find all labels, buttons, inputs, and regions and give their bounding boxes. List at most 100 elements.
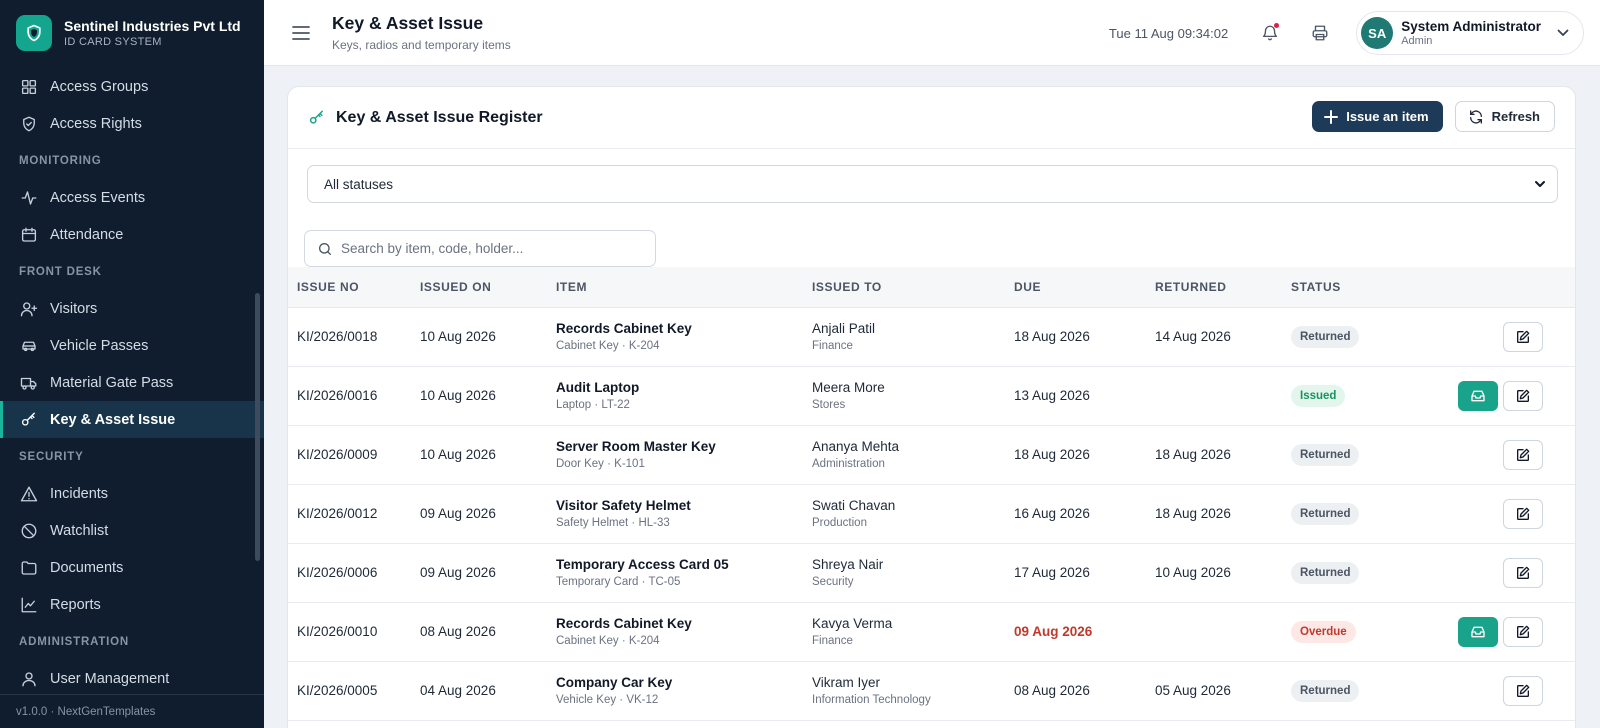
table-row[interactable]: KI/2026/0010 08 Aug 2026 Records Cabinet K… <box>288 602 1575 662</box>
table-row[interactable]: KI/2026/0005 04 Aug 2026 Company Car Key Ve… <box>288 661 1575 721</box>
edit-button[interactable] <box>1503 498 1543 529</box>
column-header-issue-no: ISSUE NO <box>288 267 420 308</box>
return-item-button[interactable] <box>1458 380 1498 411</box>
inbox-icon <box>1470 388 1486 404</box>
item-cell: Temporary Access Card 05 Temporary Card ·… <box>556 543 812 603</box>
edit-button[interactable] <box>1503 439 1543 470</box>
sidebar-item-reports[interactable]: Reports <box>0 586 264 623</box>
sidebar-item-access-groups[interactable]: Access Groups <box>0 68 264 105</box>
sidebar-item-label: Incidents <box>50 485 109 502</box>
status-badge: Returned <box>1291 561 1360 584</box>
table-row[interactable]: KI/2026/0009 10 Aug 2026 Server Room Maste… <box>288 425 1575 485</box>
table-row[interactable]: KI/2026/0016 10 Aug 2026 Audit Laptop Lapto… <box>288 366 1575 426</box>
sidebar-item-key-and-asset-issue[interactable]: Key & Asset Issue <box>0 401 264 438</box>
holder-name: Ananya Mehta <box>812 439 900 454</box>
return-item-button[interactable] <box>1458 616 1498 647</box>
refresh-button[interactable]: Refresh <box>1454 101 1555 132</box>
due-date: 18 Aug 2026 <box>1014 307 1155 367</box>
sidebar-item-visitors[interactable]: Visitors <box>0 290 264 327</box>
item-name: Visitor Safety Helmet <box>556 498 691 513</box>
activity-icon <box>20 189 50 207</box>
sidebar-item-label: Key & Asset Issue <box>50 411 176 428</box>
sidebar-item-material-gate-pass[interactable]: Material Gate Pass <box>0 364 264 401</box>
table-row[interactable]: KI/2026/0018 10 Aug 2026 Records Cabinet K… <box>288 307 1575 367</box>
status-cell: Returned <box>1291 543 1411 603</box>
edit-button[interactable] <box>1503 321 1543 352</box>
edit-icon <box>1515 447 1531 463</box>
issued-on: 10 Aug 2026 <box>420 307 556 367</box>
edit-button[interactable] <box>1503 557 1543 588</box>
sidebar-item-label: Visitors <box>50 300 98 317</box>
item-code: Door Key · K-101 <box>556 458 645 470</box>
due-date: 16 Aug 2026 <box>1014 484 1155 544</box>
table-row[interactable]: KI/2026/0006 09 Aug 2026 Temporary Access … <box>288 543 1575 603</box>
table-row[interactable]: KI/2026/0012 09 Aug 2026 Visitor Safety He… <box>288 484 1575 544</box>
status-badge: Overdue <box>1291 620 1356 643</box>
sidebar-item-attendance[interactable]: Attendance <box>0 216 264 253</box>
holder-cell: Vikram Iyer Information Technology <box>812 661 1014 721</box>
column-header-returned: RETURNED <box>1155 267 1291 308</box>
page-title: Key & Asset Issue <box>332 13 484 33</box>
holder-cell: Meera More Stores <box>812 366 1014 426</box>
sidebar-item-label: Access Groups <box>50 78 149 95</box>
sidebar-item-label: Material Gate Pass <box>50 374 174 391</box>
item-code: Cabinet Key · K-204 <box>556 635 660 647</box>
issue-no: KI/2026/0012 <box>288 484 420 544</box>
sidebar-item-watchlist[interactable]: Watchlist <box>0 512 264 549</box>
row-actions <box>1411 307 1575 367</box>
due-date: 18 Aug 2026 <box>1014 425 1155 485</box>
returned-date: 05 Aug 2026 <box>1155 661 1291 721</box>
user-menu[interactable]: SA System Administrator Admin <box>1356 11 1584 55</box>
holder-name: Meera More <box>812 380 885 395</box>
search-input[interactable] <box>341 241 641 256</box>
item-name: Audit Laptop <box>556 380 640 395</box>
column-header-issued-to: ISSUED TO <box>812 267 1014 308</box>
sidebar-item-vehicle-passes[interactable]: Vehicle Passes <box>0 327 264 364</box>
menu-icon[interactable] <box>290 22 312 44</box>
search-box[interactable] <box>304 230 656 267</box>
status-filter-select[interactable]: All statuses <box>307 165 1558 203</box>
item-name: Temporary Access Card 05 <box>556 557 729 572</box>
brand-name: Sentinel Industries Pvt Ltd <box>64 18 241 34</box>
sidebar-item-documents[interactable]: Documents <box>0 549 264 586</box>
edit-icon <box>1515 388 1531 404</box>
sidebar-item-incidents[interactable]: Incidents <box>0 475 264 512</box>
user-name: System Administrator <box>1401 19 1541 34</box>
edit-icon <box>1515 624 1531 640</box>
sidebar-nav: Access Groups Access Rights MONITORING Acce… <box>0 68 264 697</box>
holder-cell: Kavya Verma Finance <box>812 602 1014 662</box>
key-icon <box>20 411 50 429</box>
key-icon <box>309 110 323 124</box>
sidebar-scrollbar[interactable] <box>255 293 260 561</box>
sidebar-item-label: Attendance <box>50 226 124 243</box>
column-header-status: STATUS <box>1291 267 1411 308</box>
edit-button[interactable] <box>1503 380 1543 411</box>
refresh-label: Refresh <box>1491 109 1540 124</box>
holder-cell: Anjali Patil Finance <box>812 307 1014 367</box>
top-header: Key & Asset Issue Keys, radios and tempo… <box>264 0 1600 66</box>
column-header-due: DUE <box>1014 267 1155 308</box>
issued-on: 09 Aug 2026 <box>420 543 556 603</box>
status-badge: Returned <box>1291 502 1360 525</box>
item-name: Server Room Master Key <box>556 439 716 454</box>
due-date: 08 Aug 2026 <box>1014 661 1155 721</box>
holder-department: Security <box>812 576 854 588</box>
edit-icon <box>1515 329 1531 345</box>
item-cell: Server Room Master Key Door Key · K-101 <box>556 425 812 485</box>
print-icon[interactable] <box>1302 15 1338 51</box>
issue-no: KI/2026/0005 <box>288 661 420 721</box>
holder-department: Information Technology <box>812 694 931 706</box>
sidebar-item-access-rights[interactable]: Access Rights <box>0 105 264 142</box>
sidebar-item-access-events[interactable]: Access Events <box>0 179 264 216</box>
edit-button[interactable] <box>1503 616 1543 647</box>
row-actions <box>1411 661 1575 721</box>
issue-item-button[interactable]: Issue an item <box>1312 101 1443 132</box>
brand[interactable]: Sentinel Industries Pvt Ltd ID CARD SYST… <box>0 0 264 66</box>
notification-bell-icon[interactable] <box>1252 15 1288 51</box>
issue-no: KI/2026/0018 <box>288 307 420 367</box>
sidebar-item-user-management[interactable]: User Management <box>0 660 264 697</box>
sidebar-item-label: Access Events <box>50 189 146 206</box>
status-badge: Returned <box>1291 443 1360 466</box>
item-cell: Audit Laptop Laptop · LT-22 <box>556 366 812 426</box>
edit-button[interactable] <box>1503 675 1543 706</box>
